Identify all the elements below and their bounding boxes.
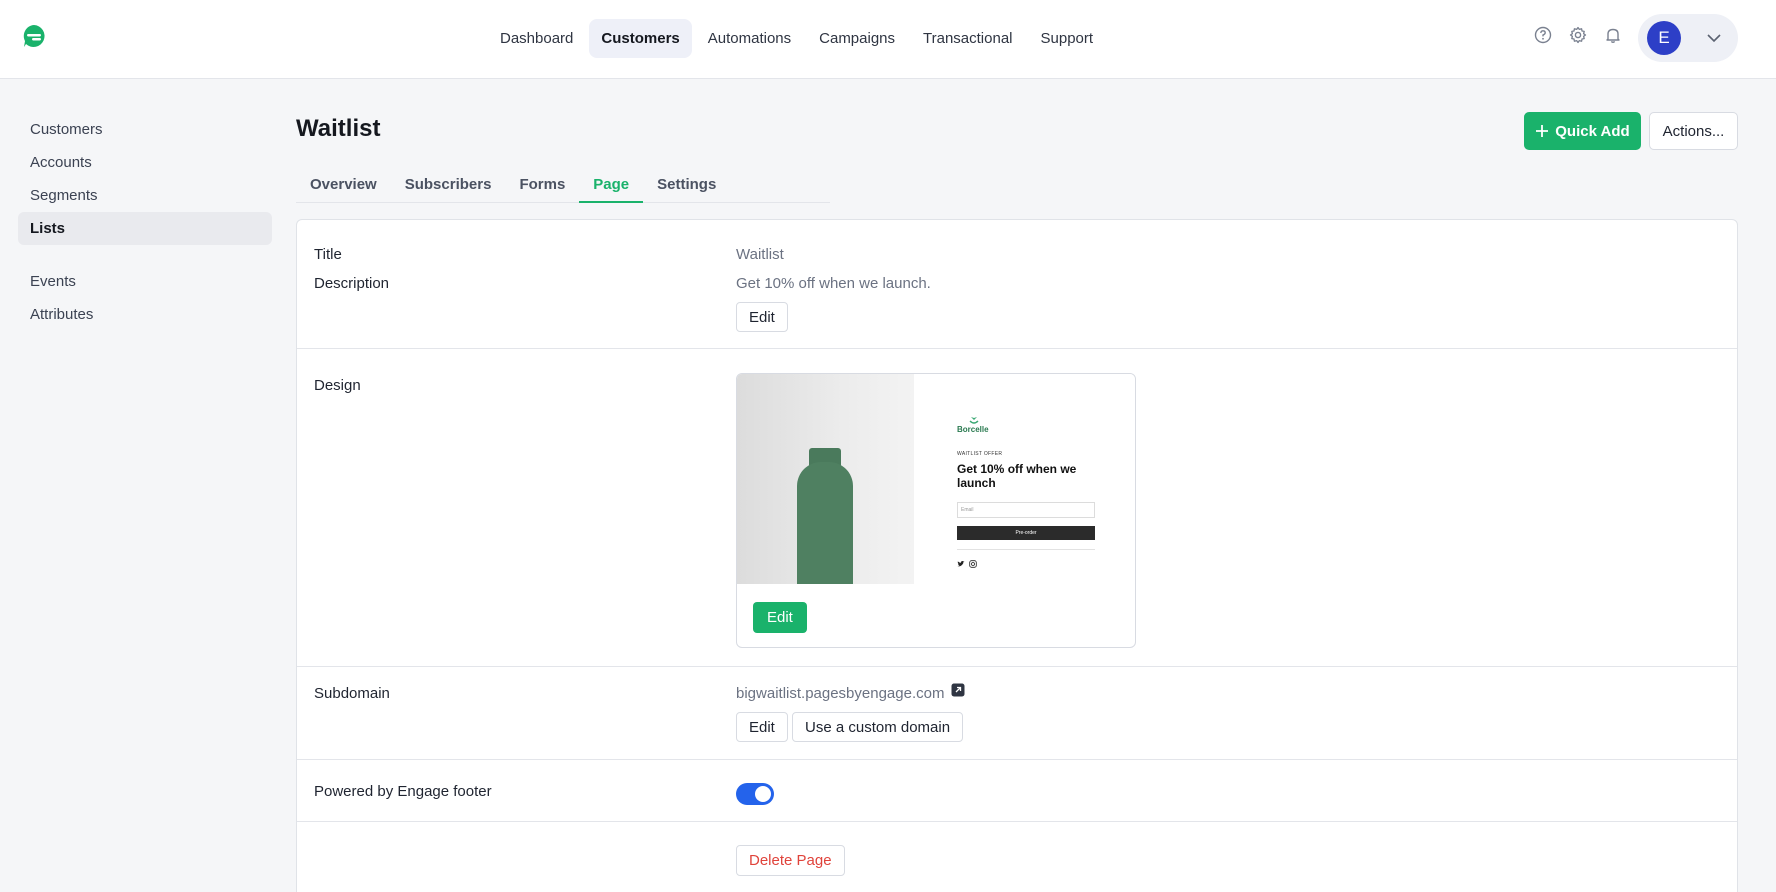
edit-subdomain-button[interactable]: Edit (736, 712, 788, 742)
title-description-section: Title Waitlist Description Get 10% off w… (297, 220, 1737, 349)
twitter-icon (957, 560, 965, 567)
chevron-down-icon (1707, 34, 1721, 43)
footer-toggle[interactable] (736, 783, 774, 805)
nav-support[interactable]: Support (1029, 19, 1106, 58)
nav-transactional[interactable]: Transactional (911, 19, 1025, 58)
preview-preorder-button: Pre-order (957, 526, 1095, 540)
tab-subscribers[interactable]: Subscribers (391, 170, 506, 203)
title-value: Waitlist (736, 246, 784, 263)
page-settings-card: Title Waitlist Description Get 10% off w… (296, 219, 1738, 892)
edit-title-button[interactable]: Edit (736, 302, 788, 332)
nav-automations[interactable]: Automations (696, 19, 803, 58)
user-menu[interactable]: E (1638, 14, 1738, 62)
page-title: Waitlist (296, 115, 381, 142)
main-nav: Dashboard Customers Automations Campaign… (488, 19, 1105, 58)
delete-section: Delete Page (297, 822, 1737, 892)
nav-dashboard[interactable]: Dashboard (488, 19, 585, 58)
bottle-body (797, 462, 853, 584)
top-icons (1533, 25, 1623, 45)
preview-image (737, 374, 914, 584)
tab-overview[interactable]: Overview (296, 170, 391, 203)
preview-brand: Borcelle (957, 425, 989, 434)
title-label: Title (314, 246, 342, 263)
custom-domain-button[interactable]: Use a custom domain (792, 712, 964, 742)
instagram-icon (969, 560, 977, 568)
preview-content: Borcelle WAITLIST OFFER Get 10% off when… (914, 374, 1135, 584)
subdomain-label: Subdomain (314, 685, 390, 702)
design-label: Design (314, 377, 361, 394)
tab-forms[interactable]: Forms (505, 170, 579, 203)
description-label: Description (314, 275, 390, 292)
sidebar-item-segments[interactable]: Segments (18, 179, 272, 212)
plus-icon (1536, 125, 1549, 137)
page-preview: Borcelle WAITLIST OFFER Get 10% off when… (737, 374, 1135, 584)
gear-icon[interactable] (1568, 25, 1588, 45)
sidebar: Customers Accounts Segments Lists Events… (18, 113, 272, 331)
quick-add-label: Quick Add (1555, 122, 1630, 140)
description-value: Get 10% off when we launch. (736, 275, 931, 292)
actions-button[interactable]: Actions... (1649, 112, 1738, 150)
preview-email-input: Email (957, 502, 1095, 518)
sidebar-item-customers[interactable]: Customers (18, 113, 272, 146)
subdomain-link[interactable]: bigwaitlist.pagesbyengage.com (736, 685, 944, 702)
top-bar: Dashboard Customers Automations Campaign… (0, 0, 1776, 79)
quick-add-button[interactable]: Quick Add (1524, 112, 1641, 150)
sidebar-item-accounts[interactable]: Accounts (18, 146, 272, 179)
design-section: Design Borcelle WAITLIST OFFER Get 10% o… (297, 349, 1737, 667)
avatar: E (1647, 21, 1681, 55)
footer-label: Powered by Engage footer (314, 783, 492, 800)
preview-divider (957, 549, 1095, 550)
sidebar-item-lists[interactable]: Lists (18, 212, 272, 245)
external-link-icon[interactable] (951, 683, 965, 697)
engage-logo-icon[interactable] (21, 23, 47, 49)
sidebar-item-attributes[interactable]: Attributes (18, 298, 272, 331)
nav-customers[interactable]: Customers (589, 19, 692, 58)
subdomain-section: Subdomain bigwaitlist.pagesbyengage.com … (297, 667, 1737, 760)
nav-campaigns[interactable]: Campaigns (807, 19, 907, 58)
sidebar-item-events[interactable]: Events (18, 265, 272, 298)
list-tabs: Overview Subscribers Forms Page Settings (296, 170, 830, 203)
tab-page[interactable]: Page (579, 170, 644, 203)
preview-headline: Get 10% off when we launch (957, 462, 1077, 490)
toggle-knob (755, 786, 771, 802)
bell-icon[interactable] (1603, 25, 1623, 45)
edit-design-button[interactable]: Edit (753, 602, 807, 633)
sidebar-divider (18, 245, 272, 265)
delete-page-button[interactable]: Delete Page (736, 845, 845, 876)
tab-settings[interactable]: Settings (643, 170, 730, 203)
help-icon[interactable] (1533, 25, 1553, 45)
footer-section: Powered by Engage footer (297, 760, 1737, 822)
design-preview-card: Borcelle WAITLIST OFFER Get 10% off when… (736, 373, 1136, 648)
preview-eyebrow: WAITLIST OFFER (957, 451, 1003, 457)
